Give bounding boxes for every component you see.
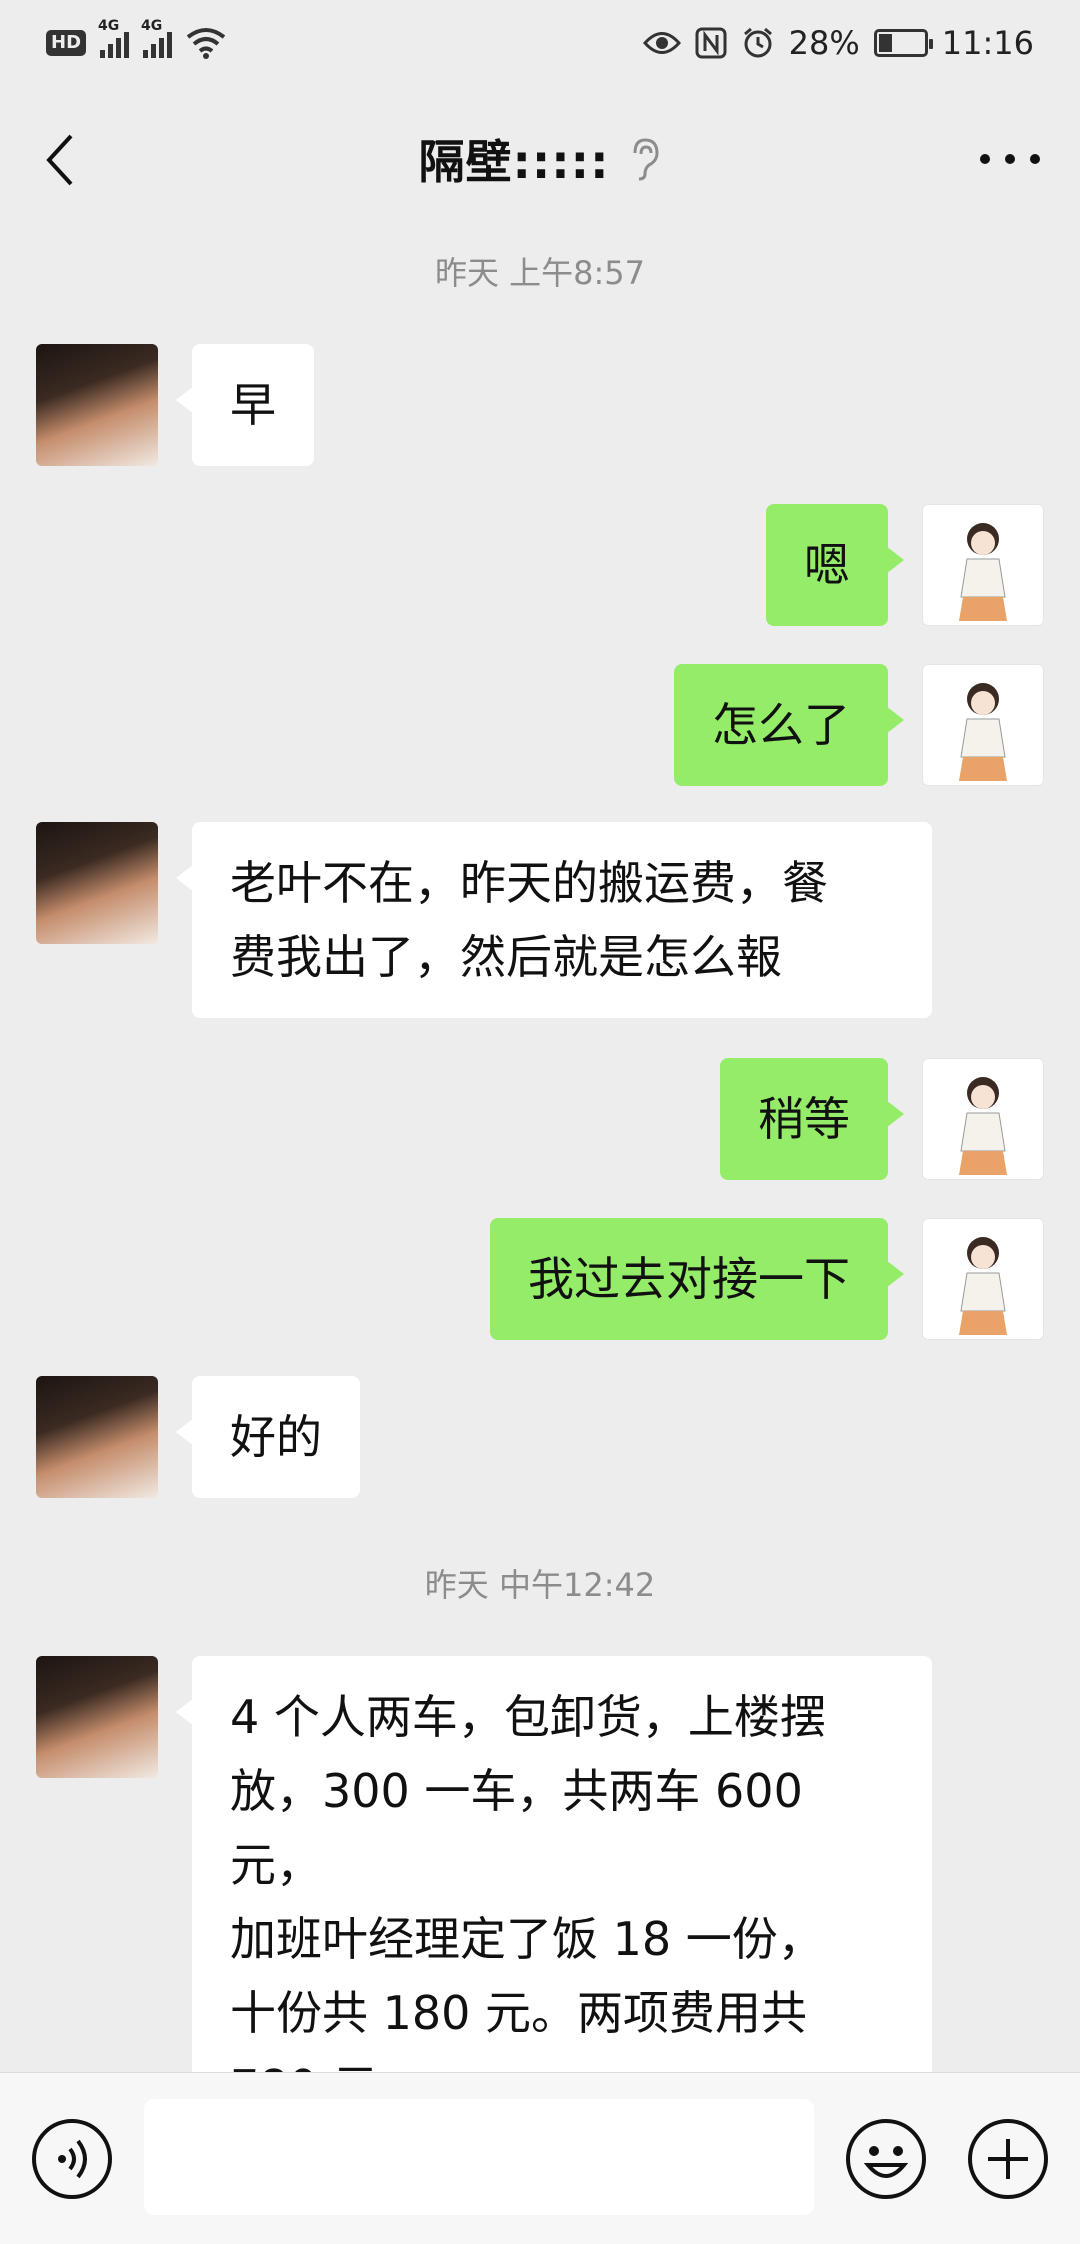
plus-button[interactable] <box>966 2117 1050 2201</box>
avatar-illustration <box>959 523 1007 621</box>
eye-icon <box>642 32 681 54</box>
battery-icon <box>873 29 933 57</box>
input-bar <box>0 2072 1080 2244</box>
avatar-illustration <box>959 1077 1007 1175</box>
back-button[interactable] <box>38 130 82 190</box>
avatar[interactable] <box>36 1376 158 1498</box>
signal-icon-2: 4G <box>141 18 173 58</box>
message-bubble-incoming[interactable]: 好的 <box>176 1376 360 1498</box>
avatar[interactable] <box>922 1218 1044 1340</box>
chat-header: 隔壁::::: <box>0 86 1080 232</box>
more-dot <box>1005 154 1015 164</box>
alarm-icon <box>743 27 772 58</box>
avatar-illustration <box>959 1237 1007 1335</box>
battery-percent: 28% <box>788 24 860 62</box>
more-dot <box>1030 154 1040 164</box>
wifi-icon <box>186 28 226 59</box>
avatar[interactable] <box>922 664 1044 786</box>
voice-icon <box>32 2119 112 2199</box>
title-group: 隔壁::::: <box>419 126 662 192</box>
avatar[interactable] <box>36 1656 158 1778</box>
emoji-button[interactable] <box>844 2117 928 2201</box>
clock: 11:16 <box>941 24 1034 62</box>
signal-icon: 4G <box>98 18 130 58</box>
message-bubble-outgoing[interactable]: 我过去对接一下 <box>490 1218 904 1340</box>
message-line: 放，300 一车，共两车 600 元， <box>230 1764 803 1892</box>
message-bubble-outgoing[interactable]: 稍等 <box>720 1058 904 1180</box>
page-title: 隔壁::::: <box>418 135 610 189</box>
more-button[interactable] <box>980 144 1040 174</box>
message-bubble-incoming[interactable]: 早 <box>176 344 314 466</box>
timestamp: 昨天 上午8:57 <box>434 254 646 292</box>
message-line: 4 个人两车，包卸货，上楼摆 <box>230 1690 826 1744</box>
ear-icon <box>633 138 659 181</box>
network-type-label: 4G <box>98 18 120 34</box>
network-type-label-2: 4G <box>141 18 163 34</box>
message-bubble-outgoing[interactable]: 怎么了 <box>674 664 904 786</box>
status-right: 28% 11:16 <box>642 24 1034 62</box>
status-left: HD 4G 4G <box>46 18 226 59</box>
nfc-icon <box>695 27 727 59</box>
avatar-illustration <box>959 683 1007 781</box>
message-bubble-outgoing[interactable]: 嗯 <box>766 504 904 626</box>
message-line: 加班叶经理定了饭 18 一份， <box>230 1912 824 1966</box>
more-dots-icon <box>980 154 990 164</box>
hd-icon: HD <box>46 30 87 56</box>
avatar[interactable] <box>36 822 158 944</box>
message-bubble-incoming[interactable]: 老叶不在，昨天的搬运费，餐 费我出了，然后就是怎么報 <box>176 822 932 1018</box>
chevron-left-icon <box>46 134 73 186</box>
message-input[interactable] <box>144 2099 814 2215</box>
plus-icon <box>968 2119 1048 2199</box>
status-bar: HD 4G 4G 28% 11:16 <box>0 0 1080 86</box>
avatar[interactable] <box>922 1058 1044 1180</box>
message-line: 十份共 180 元。两项费用共 <box>230 1986 808 2040</box>
message-line: 费我出了，然后就是怎么報 <box>230 930 782 984</box>
avatar[interactable] <box>922 504 1044 626</box>
message-line: 老叶不在，昨天的搬运费，餐 <box>230 856 828 910</box>
timestamp: 昨天 中午12:42 <box>424 1566 656 1604</box>
voice-button[interactable] <box>30 2117 114 2201</box>
avatar[interactable] <box>36 344 158 466</box>
emoji-icon <box>846 2119 926 2199</box>
